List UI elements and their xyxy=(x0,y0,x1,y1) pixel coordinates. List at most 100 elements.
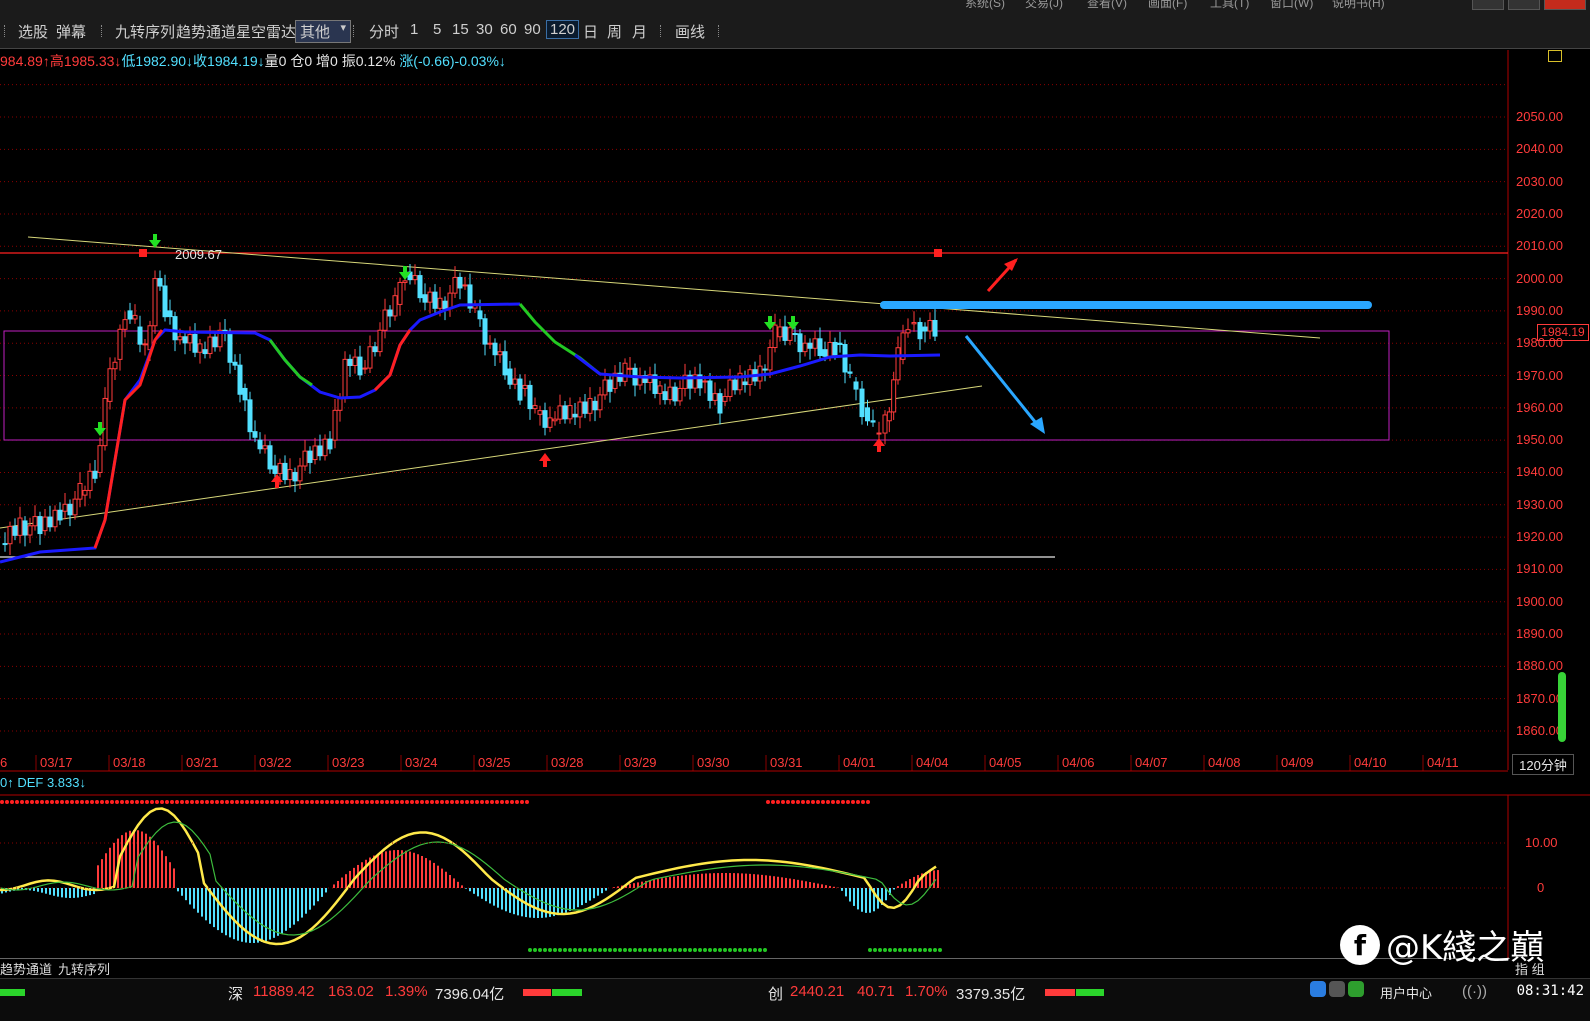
indicator-label: 0↑ DEF 3.833↓ xyxy=(0,775,86,790)
candle-body xyxy=(282,462,288,481)
signal-dot xyxy=(500,800,504,804)
period-label[interactable]: 120分钟 xyxy=(1512,754,1574,775)
date-tick-label: 03/22 xyxy=(259,755,292,770)
candlestick-chart[interactable] xyxy=(0,0,1590,1020)
signal-dot xyxy=(50,800,54,804)
signal-dot xyxy=(165,800,169,804)
candle-body xyxy=(891,379,897,413)
candle-body xyxy=(362,367,368,370)
signal-dot xyxy=(100,800,104,804)
signal-dot xyxy=(425,800,429,804)
candle-body xyxy=(572,413,578,418)
price-tick-label: 1960.00 xyxy=(1516,399,1563,415)
signal-dot xyxy=(345,800,349,804)
price-tick-label: 1950.00 xyxy=(1516,432,1563,448)
signal-dot xyxy=(310,800,314,804)
indicator-tick-10: 10.00 xyxy=(1525,835,1558,850)
candle-body xyxy=(372,346,378,353)
candle-body xyxy=(352,356,358,367)
candle-body xyxy=(257,439,263,450)
signal-dot xyxy=(568,948,572,952)
price-tick-label: 1880.00 xyxy=(1516,658,1563,674)
candle-body xyxy=(347,358,353,367)
buy-signal-arrow xyxy=(543,461,547,467)
signal-dot xyxy=(505,800,509,804)
candle-body xyxy=(302,450,308,467)
signal-dot xyxy=(350,800,354,804)
tab-trend-channel[interactable]: 趋势通道 xyxy=(0,962,52,977)
candle-body xyxy=(32,516,38,527)
signal-dot xyxy=(558,948,562,952)
candle-body xyxy=(832,341,838,356)
price-tick-label: 1890.00 xyxy=(1516,626,1563,642)
candle-body xyxy=(87,470,93,491)
signal-dot xyxy=(846,800,850,804)
dif-line xyxy=(0,807,937,946)
candle-body xyxy=(562,405,568,420)
facebook-icon: f xyxy=(1340,924,1380,965)
signal-dot xyxy=(553,948,557,952)
signal-dot xyxy=(826,800,830,804)
scroll-handle[interactable] xyxy=(1558,672,1566,742)
price-tick-label: 2040.00 xyxy=(1516,141,1563,157)
cy-index: 2440.21 xyxy=(790,983,845,1000)
buy-signal-arrow xyxy=(877,446,881,452)
candle-body xyxy=(517,378,523,401)
candle-body xyxy=(847,371,853,374)
signal-dot xyxy=(918,948,922,952)
candle-body xyxy=(622,362,628,382)
candle-body xyxy=(567,405,573,420)
candle-body xyxy=(242,387,248,401)
signal-dot xyxy=(110,800,114,804)
marker-square xyxy=(139,249,147,257)
signal-dot xyxy=(868,948,872,952)
signal-dot xyxy=(866,800,870,804)
signal-dot xyxy=(5,800,9,804)
signal-dot xyxy=(405,800,409,804)
candle-body xyxy=(911,322,917,325)
date-tick-label: 03/25 xyxy=(478,755,511,770)
price-tick-label: 1980.00 xyxy=(1516,335,1563,351)
price-tick-label: 2000.00 xyxy=(1516,270,1563,286)
candle-body xyxy=(157,278,163,287)
signal-dot xyxy=(125,800,129,804)
tab-nine-turn[interactable]: 九转序列 xyxy=(58,962,110,977)
candle-body xyxy=(342,358,348,399)
candle-body xyxy=(762,368,768,371)
date-tick-label: 04/07 xyxy=(1135,755,1168,770)
signal-dot xyxy=(776,800,780,804)
candle-body xyxy=(187,333,193,344)
candle-body xyxy=(822,349,828,357)
signal-dot xyxy=(903,948,907,952)
price-tick-label: 1930.00 xyxy=(1516,496,1563,512)
signal-dot xyxy=(873,948,877,952)
candle-body xyxy=(502,351,508,376)
candle-body xyxy=(865,407,870,422)
signal-dot xyxy=(608,948,612,952)
user-center[interactable]: 用户中心 xyxy=(1380,983,1432,1002)
candle-body xyxy=(792,333,798,336)
signal-dot xyxy=(718,948,722,952)
signal-dot xyxy=(75,800,79,804)
sz-index: 11889.42 xyxy=(253,983,315,1000)
signal-dot xyxy=(538,948,542,952)
signal-dot xyxy=(445,800,449,804)
signal-dot xyxy=(525,800,529,804)
candle-body xyxy=(722,396,728,402)
candle-body xyxy=(122,319,128,330)
candle-body xyxy=(287,469,293,481)
candle-body xyxy=(427,291,433,303)
price-tick-label: 1920.00 xyxy=(1516,529,1563,545)
cy-up-bar xyxy=(1045,989,1075,996)
signal-dot xyxy=(836,800,840,804)
news-icon[interactable] xyxy=(1329,981,1345,997)
signal-dot xyxy=(933,948,937,952)
signal-dot xyxy=(781,800,785,804)
candle-body xyxy=(492,342,498,356)
signal-dot xyxy=(893,948,897,952)
s-icon[interactable] xyxy=(1310,981,1326,997)
sell-signal-arrow xyxy=(403,266,407,272)
date-tick-label: 04/04 xyxy=(916,755,949,770)
refresh-icon[interactable] xyxy=(1348,981,1364,997)
candle-body xyxy=(252,431,258,438)
